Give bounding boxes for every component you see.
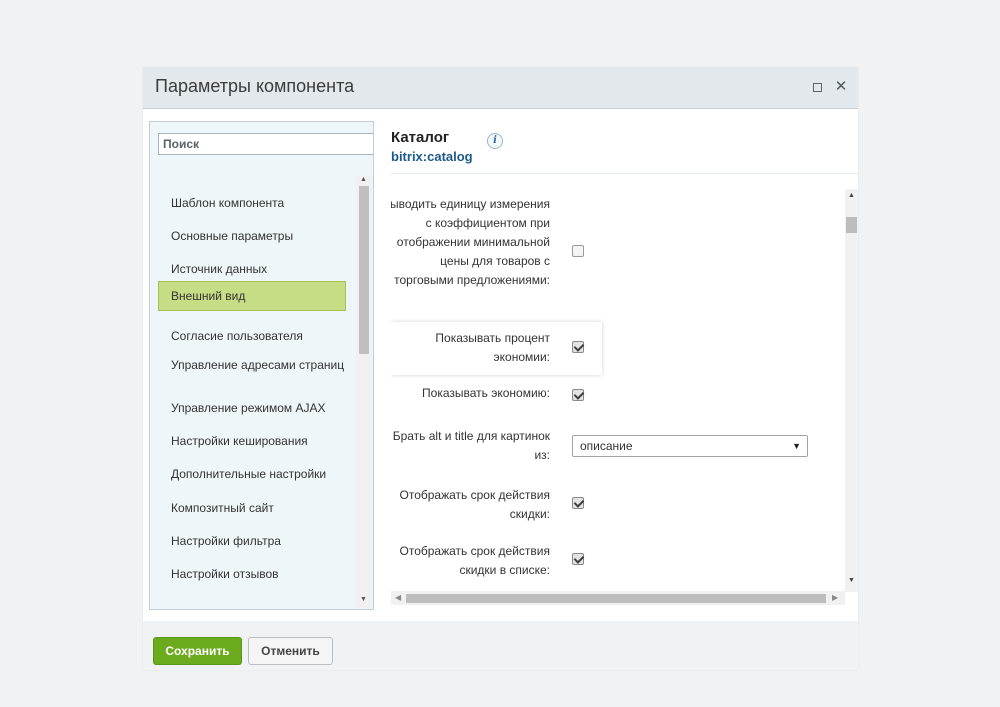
sidebar-item-cache[interactable]: Настройки кеширования <box>158 434 346 448</box>
component-params-dialog: Параметры компонента ✕ Шаблон компонента… <box>143 67 858 670</box>
component-code: bitrix:catalog <box>391 149 473 164</box>
param-label-unit: Выводить единицу измерения с коэффициент… <box>391 197 550 287</box>
scroll-up-icon[interactable]: ▲ <box>360 176 367 183</box>
param-label-discount: Показывать экономию: <box>422 386 550 400</box>
chevron-down-icon: ▼ <box>792 441 801 451</box>
alt-title-select-value: описание <box>580 439 633 453</box>
param-checkbox-unit[interactable] <box>572 245 584 257</box>
param-label-alt-title: Брать alt и title для картинок из: <box>392 429 550 462</box>
params-hscroll-thumb[interactable] <box>406 594 826 603</box>
scroll-up-icon[interactable]: ▲ <box>848 192 855 199</box>
param-checkbox-discount-period-list[interactable] <box>572 553 584 565</box>
sidebar-item-appearance[interactable]: Внешний вид <box>158 281 346 311</box>
param-label-discount-period-list: Отображать срок действия скидки в списке… <box>399 544 551 577</box>
sidebar-item-data-source[interactable]: Источник данных <box>158 262 346 276</box>
dialog-title: Параметры компонента <box>155 76 355 96</box>
info-icon[interactable]: i <box>487 133 503 149</box>
sidebar-item-filter[interactable]: Настройки фильтра <box>158 534 346 548</box>
sidebar-panel: Шаблон компонента Основные параметры Ист… <box>149 121 374 610</box>
sidebar-item-ajax[interactable]: Управление режимом AJAX <box>158 401 346 415</box>
sidebar-item-additional[interactable]: Дополнительные настройки <box>158 467 346 481</box>
sidebar-item-main[interactable]: Основные параметры <box>158 229 346 243</box>
param-label-discount-period: Отображать срок действия скидки: <box>399 488 551 521</box>
params-hscrollbar[interactable]: ◀ ▶ <box>391 591 845 605</box>
sidebar-item-reviews[interactable]: Настройки отзывов <box>158 567 346 581</box>
save-button[interactable]: Сохранить <box>153 637 242 665</box>
header-divider <box>391 173 858 174</box>
cancel-button[interactable]: Отменить <box>248 637 333 665</box>
scroll-down-icon[interactable]: ▼ <box>360 596 367 603</box>
param-checkbox-discount[interactable] <box>572 389 584 401</box>
param-checkbox-discount-percent[interactable] <box>572 341 584 353</box>
component-title: Каталог <box>391 129 450 146</box>
sidebar-scrollbar[interactable]: ▲ ▼ <box>356 176 372 608</box>
scroll-left-icon[interactable]: ◀ <box>395 593 401 602</box>
dialog-body: Шаблон компонента Основные параметры Ист… <box>143 109 858 621</box>
search-input[interactable] <box>158 133 373 155</box>
maximize-icon[interactable] <box>809 79 825 95</box>
alt-title-select[interactable]: описание ▼ <box>572 435 808 457</box>
sidebar-item-url-management[interactable]: Управление адресами страниц <box>158 358 346 372</box>
dialog-titlebar[interactable]: Параметры компонента ✕ <box>143 67 858 109</box>
sidebar-item-composite[interactable]: Композитный сайт <box>158 501 346 515</box>
params-vscrollbar[interactable]: ▲ ▼ <box>845 189 858 592</box>
params-area: Выводить единицу измерения с коэффициент… <box>391 189 845 594</box>
scroll-right-icon[interactable]: ▶ <box>832 593 838 602</box>
close-icon[interactable]: ✕ <box>833 79 849 95</box>
dialog-footer: Сохранить Отменить <box>143 621 858 670</box>
scroll-down-icon[interactable]: ▼ <box>848 577 855 584</box>
params-vscroll-thumb[interactable] <box>846 217 857 233</box>
sidebar-scroll-thumb[interactable] <box>359 186 369 354</box>
param-label-discount-percent: Показывать процент экономии: <box>435 331 550 364</box>
sidebar-item-template[interactable]: Шаблон компонента <box>158 196 346 210</box>
param-checkbox-discount-period[interactable] <box>572 497 584 509</box>
sidebar-item-user-consent[interactable]: Согласие пользователя <box>158 329 346 343</box>
